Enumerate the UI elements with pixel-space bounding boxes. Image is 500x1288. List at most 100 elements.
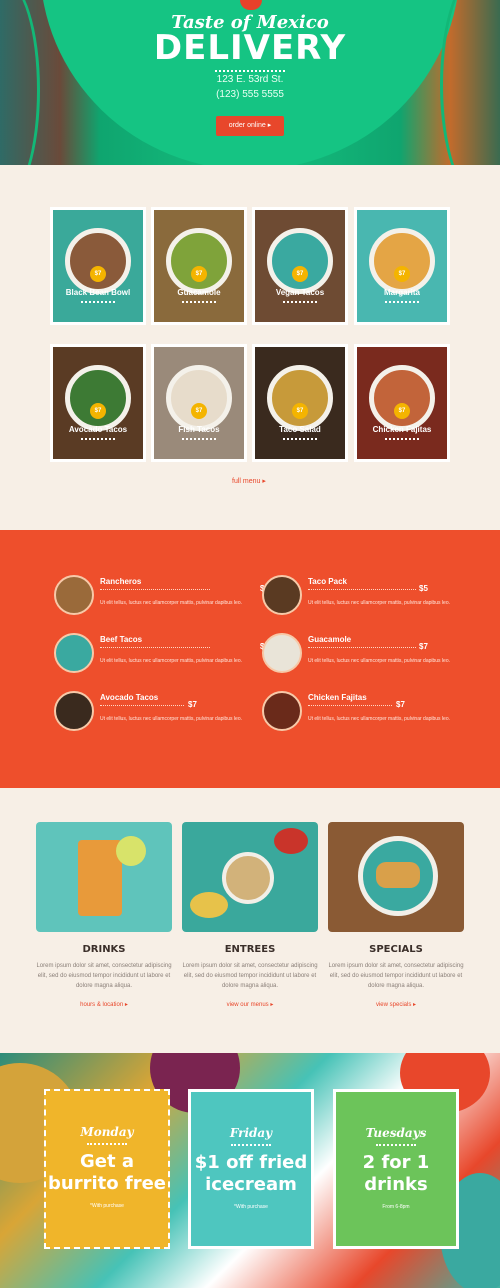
promo-card-tuesdays: Tuesdays 2 for 1 drinks From 6-8pm <box>333 1089 459 1249</box>
dotted-leader <box>308 705 392 706</box>
order-online-button[interactable]: order online ▸ <box>216 116 284 136</box>
chevron-right-icon: ▸ <box>262 478 266 485</box>
promo-day: Monday <box>80 1125 134 1139</box>
menu-item-price: $7 <box>419 642 428 651</box>
link-label: view specials <box>375 1002 412 1008</box>
bowl-shape <box>369 365 435 431</box>
zigzag-divider <box>81 300 115 303</box>
menu-list-section: Rancheros $7 Ut elit tellus, luctus nec … <box>0 530 500 788</box>
link-label: view our menus <box>226 1002 269 1008</box>
menu-item-name: Taco Pack <box>308 577 347 586</box>
bowl-shape <box>65 365 131 431</box>
zigzag-divider <box>231 1143 271 1146</box>
promo-card-friday: Friday $1 off fried icecream *With purch… <box>188 1089 314 1249</box>
price-badge: $7 <box>191 403 207 419</box>
menu-item[interactable]: Beef Tacos $7 Ut elit tellus, luctus nec… <box>54 633 269 683</box>
hours-location-link[interactable]: hours & location ▸ <box>36 1001 172 1008</box>
price-badge: $7 <box>394 403 410 419</box>
dish-name: Taco Salad <box>279 425 321 434</box>
chevron-right-icon: ▸ <box>267 122 272 129</box>
promo-headline: Get a burrito free <box>48 1151 166 1194</box>
menu-item-description: Ut elit tellus, luctus nec ullamcorper m… <box>308 716 451 722</box>
link-label: hours & location <box>80 1002 124 1008</box>
menu-item[interactable]: Rancheros $7 Ut elit tellus, luctus nec … <box>54 575 269 625</box>
dish-photo: $7 Chicken Fajitas <box>357 347 447 459</box>
dish-thumbnail <box>262 691 302 731</box>
dish-thumbnail <box>54 575 94 615</box>
promo-headline: $1 off fried icecream <box>194 1152 308 1195</box>
dish-photo: $7 Black Bean Bowl <box>53 210 143 322</box>
brand-title: DELIVERY <box>153 28 347 68</box>
dish-thumbnail <box>262 633 302 673</box>
zigzag-divider <box>87 1142 127 1145</box>
bowl-shape <box>369 228 435 294</box>
menu-item-name: Beef Tacos <box>100 635 143 644</box>
view-menus-link[interactable]: view our menus ▸ <box>182 1001 318 1008</box>
price-badge: $7 <box>292 403 308 419</box>
promo-day: Friday <box>229 1126 273 1140</box>
dish-tile[interactable]: $7 Avocado Tacos <box>50 344 146 462</box>
dish-photo: $7 Fish Tacos <box>154 347 244 459</box>
category-title: SPECIALS <box>369 944 423 955</box>
zigzag-divider <box>283 300 317 303</box>
full-menu-link[interactable]: full menu ▸ <box>232 477 266 485</box>
chevron-right-icon: ▸ <box>270 1002 274 1008</box>
bowl-shape <box>267 365 333 431</box>
dish-tile[interactable]: $7 Guacamole <box>151 207 247 325</box>
promotions-section: Monday Get a burrito free *With purchase… <box>0 1053 500 1288</box>
chevron-right-icon: ▸ <box>124 1002 128 1008</box>
menu-item[interactable]: Taco Pack $5 Ut elit tellus, luctus nec … <box>262 575 452 625</box>
dish-thumbnail <box>262 575 302 615</box>
dish-tile[interactable]: $7 Margarita <box>354 207 450 325</box>
menu-item[interactable]: Guacamole $7 Ut elit tellus, luctus nec … <box>262 633 452 683</box>
dish-grid-section: $7 Black Bean Bowl $7 Guacamole $7 Vegan… <box>0 165 500 530</box>
menu-item-name: Avocado Tacos <box>100 693 159 702</box>
dish-name: Avocado Tacos <box>68 425 128 434</box>
address: 123 E. 53rd St. <box>216 74 284 85</box>
price-badge: $7 <box>90 403 106 419</box>
view-specials-link[interactable]: view specials ▸ <box>328 1001 464 1008</box>
dish-name: Fish Tacos <box>178 425 220 434</box>
dish-name: Chicken Fajitas <box>372 425 432 434</box>
dish-tile[interactable]: $7 Chicken Fajitas <box>354 344 450 462</box>
bowl-shape <box>65 228 131 294</box>
tomato-shape <box>274 828 308 854</box>
category-title: ENTREES <box>224 944 276 955</box>
category-text: Lorem ipsum dolor sit amet, consectetur … <box>182 963 318 989</box>
category-card-entrees: ENTREES Lorem ipsum dolor sit amet, cons… <box>182 822 318 1008</box>
price-badge: $7 <box>90 266 106 282</box>
promo-card-monday: Monday Get a burrito free *With purchase <box>44 1089 170 1249</box>
entrees-photo <box>182 822 318 932</box>
phone: (123) 555 5555 <box>216 89 284 100</box>
categories-section: DRINKS Lorem ipsum dolor sit amet, conse… <box>0 788 500 1053</box>
zigzag-divider <box>385 437 419 440</box>
drinks-photo <box>36 822 172 932</box>
zigzag-divider <box>376 1143 416 1146</box>
dish-name: Margarita <box>383 288 420 297</box>
dish-tile[interactable]: $7 Taco Salad <box>252 344 348 462</box>
dish-photo: $7 Taco Salad <box>255 347 345 459</box>
promo-note: *With purchase <box>234 1204 268 1210</box>
menu-item[interactable]: Avocado Tacos $7 Ut elit tellus, luctus … <box>54 691 244 741</box>
chevron-right-icon: ▸ <box>413 1002 417 1008</box>
dish-thumbnail <box>54 633 94 673</box>
menu-item-description: Ut elit tellus, luctus nec ullamcorper m… <box>308 600 451 606</box>
menu-item-description: Ut elit tellus, luctus nec ullamcorper m… <box>100 658 243 664</box>
menu-item[interactable]: Chicken Fajitas $7 Ut elit tellus, luctu… <box>262 691 452 741</box>
promo-note: From 6-8pm <box>382 1204 410 1210</box>
menu-item-name: Chicken Fajitas <box>308 693 367 702</box>
dish-tile[interactable]: $7 Fish Tacos <box>151 344 247 462</box>
dish-tile[interactable]: $7 Vegan Tacos <box>252 207 348 325</box>
dish-name: Guacamole <box>177 288 221 297</box>
menu-item-price: $5 <box>419 584 428 593</box>
bowl-shape <box>166 365 232 431</box>
category-card-drinks: DRINKS Lorem ipsum dolor sit amet, conse… <box>36 822 172 1008</box>
lime-shape <box>116 836 146 866</box>
bowl-shape <box>222 852 274 904</box>
dish-tile[interactable]: $7 Black Bean Bowl <box>50 207 146 325</box>
corn-shape <box>190 892 228 918</box>
zigzag-divider <box>182 300 216 303</box>
menu-item-name: Guacamole <box>308 635 352 644</box>
zigzag-divider <box>182 437 216 440</box>
category-title: DRINKS <box>82 944 126 955</box>
